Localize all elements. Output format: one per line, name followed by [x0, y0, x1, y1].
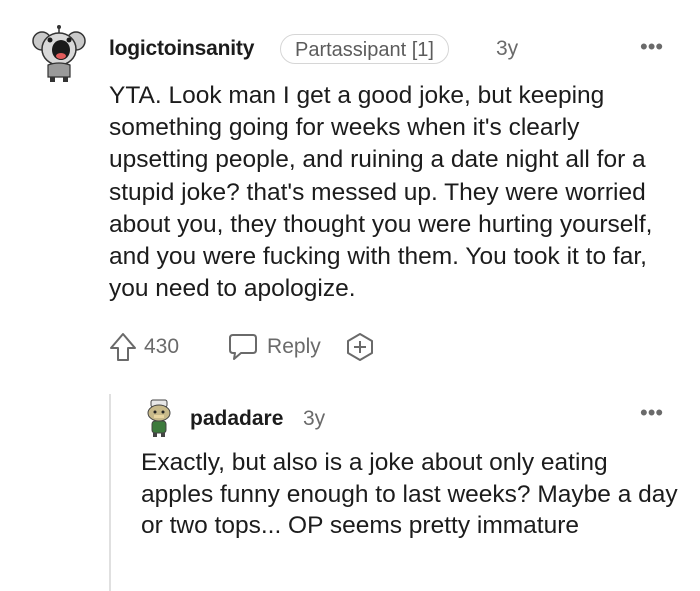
- upvote-icon[interactable]: [108, 331, 138, 363]
- reply-body: Exactly, but also is a joke about only e…: [141, 449, 678, 539]
- comment-age: 3y: [496, 37, 519, 60]
- reply-age: 3y: [303, 407, 326, 430]
- vote-count: 430: [144, 335, 180, 358]
- reply-user-avatar[interactable]: [141, 398, 177, 438]
- award-icon[interactable]: [345, 332, 375, 362]
- comment-body: YTA. Look man I get a good joke, but kee…: [109, 82, 653, 303]
- user-avatar[interactable]: [32, 25, 86, 83]
- comment-username[interactable]: logictoinsanity: [109, 37, 254, 61]
- reply-bubble-icon: [227, 332, 259, 362]
- more-options-icon[interactable]: •••: [640, 34, 663, 60]
- reply-more-options-icon[interactable]: •••: [640, 400, 663, 426]
- reply-username[interactable]: padadare: [190, 407, 283, 431]
- reply-label: Reply: [267, 335, 321, 358]
- user-flair-badge: Partassipant [1]: [280, 34, 449, 64]
- reply-button[interactable]: Reply: [227, 332, 321, 362]
- comment-actions: 430 Reply: [108, 330, 375, 364]
- thread-line[interactable]: [109, 394, 111, 591]
